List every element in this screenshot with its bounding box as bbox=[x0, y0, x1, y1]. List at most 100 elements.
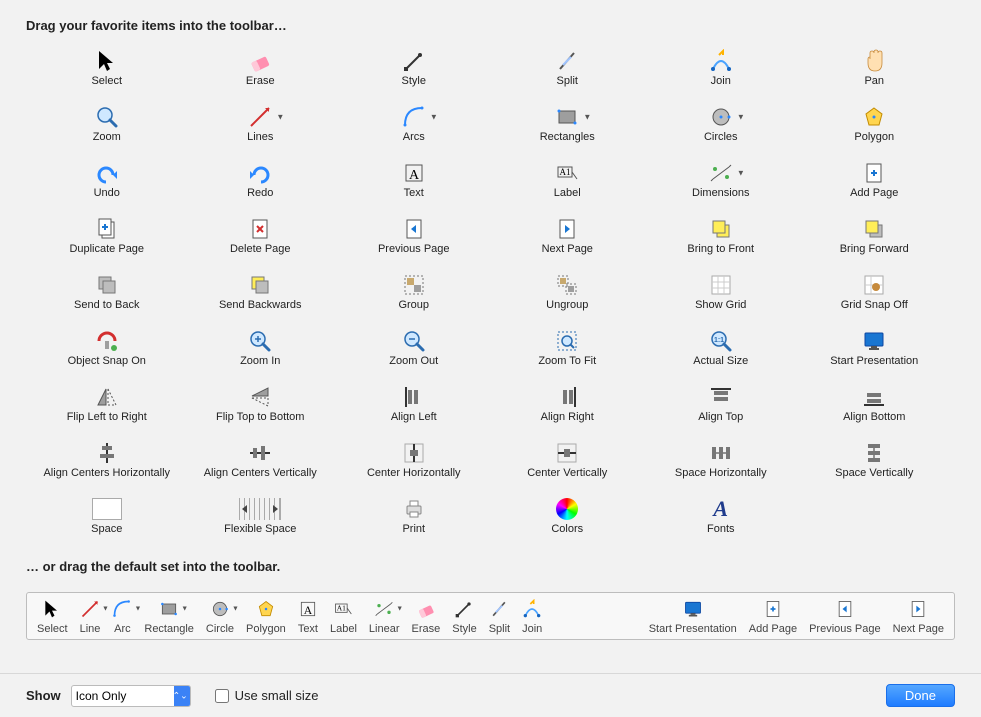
tool-label: Send to Back bbox=[74, 299, 139, 311]
tool-zoom-in[interactable]: Zoom In bbox=[184, 323, 338, 373]
tool-bring-to-front[interactable]: Bring to Front bbox=[644, 211, 798, 261]
circles-icon bbox=[210, 599, 230, 619]
tool-circles[interactable]: ▼Circles bbox=[644, 99, 798, 149]
tool-print[interactable]: Print bbox=[337, 491, 491, 541]
default-tool-start-presentation[interactable]: Start Presentation bbox=[649, 597, 737, 635]
tool-previous-page[interactable]: Previous Page bbox=[337, 211, 491, 261]
tool-send-backwards[interactable]: Send Backwards bbox=[184, 267, 338, 317]
align-centers-vertically-icon bbox=[248, 441, 272, 465]
default-tool-split[interactable]: Split bbox=[489, 597, 510, 635]
default-tool-rectangles[interactable]: ▼Rectangle bbox=[144, 597, 194, 635]
default-tool-select[interactable]: Select bbox=[37, 597, 68, 635]
default-tool-arcs[interactable]: ▼Arc bbox=[112, 597, 132, 635]
tool-align-centers-horizontally[interactable]: Align Centers Horizontally bbox=[30, 435, 184, 485]
tool-start-presentation[interactable]: Start Presentation bbox=[798, 323, 952, 373]
default-tool-erase[interactable]: Erase bbox=[412, 597, 441, 635]
tool-align-top[interactable]: Align Top bbox=[644, 379, 798, 429]
tool-split[interactable]: Split bbox=[491, 43, 645, 93]
tool-redo[interactable]: Redo bbox=[184, 155, 338, 205]
tool-flip-left-to-right[interactable]: Flip Left to Right bbox=[30, 379, 184, 429]
join-icon bbox=[709, 49, 733, 73]
tool-zoom-out[interactable]: Zoom Out bbox=[337, 323, 491, 373]
tool-center-vertically[interactable]: Center Vertically bbox=[491, 435, 645, 485]
tool-label: Previous Page bbox=[378, 243, 450, 255]
tool-align-centers-vertically[interactable]: Align Centers Vertically bbox=[184, 435, 338, 485]
tool-space[interactable]: Space bbox=[30, 491, 184, 541]
default-tool-add-page[interactable]: Add Page bbox=[749, 597, 797, 635]
tool-duplicate-page[interactable]: Duplicate Page bbox=[30, 211, 184, 261]
tool-show-grid[interactable]: Show Grid bbox=[644, 267, 798, 317]
tool-colors[interactable]: Colors bbox=[491, 491, 645, 541]
tool-add-page[interactable]: Add Page bbox=[798, 155, 952, 205]
use-small-size-option[interactable]: Use small size bbox=[215, 688, 319, 703]
tool-zoom[interactable]: Zoom bbox=[30, 99, 184, 149]
tool-label: Space Horizontally bbox=[675, 467, 767, 479]
tool-pan[interactable]: Pan bbox=[798, 43, 952, 93]
tool-lines[interactable]: ▼Lines bbox=[184, 99, 338, 149]
default-tool-text[interactable]: Text bbox=[298, 597, 318, 635]
tool-group[interactable]: Group bbox=[337, 267, 491, 317]
restore-instructions: … or drag the default set into the toolb… bbox=[0, 541, 981, 584]
tool-label: Flip Left to Right bbox=[67, 411, 147, 423]
tool-zoom-to-fit[interactable]: Zoom To Fit bbox=[491, 323, 645, 373]
tool-align-left[interactable]: Align Left bbox=[337, 379, 491, 429]
tool-text[interactable]: Text bbox=[337, 155, 491, 205]
tool-bring-forward[interactable]: Bring Forward bbox=[798, 211, 952, 261]
default-tool-label[interactable]: Label bbox=[330, 597, 357, 635]
tool-label: Show Grid bbox=[695, 299, 746, 311]
zoom-in-icon bbox=[248, 329, 272, 353]
default-tool-style[interactable]: Style bbox=[452, 597, 476, 635]
tool-next-page[interactable]: Next Page bbox=[491, 211, 645, 261]
text-icon bbox=[402, 161, 426, 185]
tool-label: Align Centers Horizontally bbox=[43, 467, 170, 479]
tool-erase[interactable]: Erase bbox=[184, 43, 338, 93]
tool-align-right[interactable]: Align Right bbox=[491, 379, 645, 429]
tool-label[interactable]: Label bbox=[491, 155, 645, 205]
default-tool-previous-page[interactable]: Previous Page bbox=[809, 597, 881, 635]
tool-center-horizontally[interactable]: Center Horizontally bbox=[337, 435, 491, 485]
tool-select[interactable]: Select bbox=[30, 43, 184, 93]
tool-fonts[interactable]: AFonts bbox=[644, 491, 798, 541]
tool-undo[interactable]: Undo bbox=[30, 155, 184, 205]
tool-label: Align Left bbox=[391, 411, 437, 423]
tool-flip-top-to-bottom[interactable]: Flip Top to Bottom bbox=[184, 379, 338, 429]
tool-ungroup[interactable]: Ungroup bbox=[491, 267, 645, 317]
tool-label: Linear bbox=[369, 623, 400, 635]
default-tool-join[interactable]: Join bbox=[522, 597, 542, 635]
pan-icon bbox=[862, 49, 886, 73]
default-toolbar-set[interactable]: Select ▼Line ▼Arc ▼Rectangle ▼Circle Polygon T… bbox=[26, 592, 955, 640]
tool-label: Zoom In bbox=[240, 355, 280, 367]
tool-delete-page[interactable]: Delete Page bbox=[184, 211, 338, 261]
tool-rectangles[interactable]: ▼Rectangles bbox=[491, 99, 645, 149]
dropdown-indicator-icon: ▼ bbox=[583, 113, 591, 122]
tool-label: Bring Forward bbox=[840, 243, 909, 255]
tool-label: Zoom bbox=[93, 131, 121, 143]
tool-join[interactable]: Join bbox=[644, 43, 798, 93]
tool-label: Zoom Out bbox=[389, 355, 438, 367]
tool-space-vertically[interactable]: Space Vertically bbox=[798, 435, 952, 485]
tool-flexible-space[interactable]: Flexible Space bbox=[184, 491, 338, 541]
tool-dimensions[interactable]: ▼Dimensions bbox=[644, 155, 798, 205]
done-button[interactable]: Done bbox=[886, 684, 955, 707]
tool-actual-size[interactable]: Actual Size bbox=[644, 323, 798, 373]
tool-space-horizontally[interactable]: Space Horizontally bbox=[644, 435, 798, 485]
default-tool-lines[interactable]: ▼Line bbox=[80, 597, 101, 635]
tool-send-to-back[interactable]: Send to Back bbox=[30, 267, 184, 317]
tool-object-snap-on[interactable]: Object Snap On bbox=[30, 323, 184, 373]
tool-polygon[interactable]: Polygon bbox=[798, 99, 952, 149]
default-tool-polygon[interactable]: Polygon bbox=[246, 597, 286, 635]
style-icon bbox=[454, 599, 474, 619]
tool-align-bottom[interactable]: Align Bottom bbox=[798, 379, 952, 429]
align-centers-horizontally-icon bbox=[95, 441, 119, 465]
space-icon bbox=[92, 498, 122, 520]
default-tool-next-page[interactable]: Next Page bbox=[893, 597, 944, 635]
arcs-icon bbox=[402, 105, 426, 129]
tool-arcs[interactable]: ▼Arcs bbox=[337, 99, 491, 149]
use-small-size-checkbox[interactable] bbox=[215, 689, 229, 703]
tool-grid-snap-off[interactable]: Grid Snap Off bbox=[798, 267, 952, 317]
default-tool-circles[interactable]: ▼Circle bbox=[206, 597, 234, 635]
tool-label: Text bbox=[404, 187, 424, 199]
show-mode-select[interactable]: Icon Only bbox=[71, 685, 191, 707]
tool-style[interactable]: Style bbox=[337, 43, 491, 93]
default-tool-dimensions[interactable]: ▼Linear bbox=[369, 597, 400, 635]
